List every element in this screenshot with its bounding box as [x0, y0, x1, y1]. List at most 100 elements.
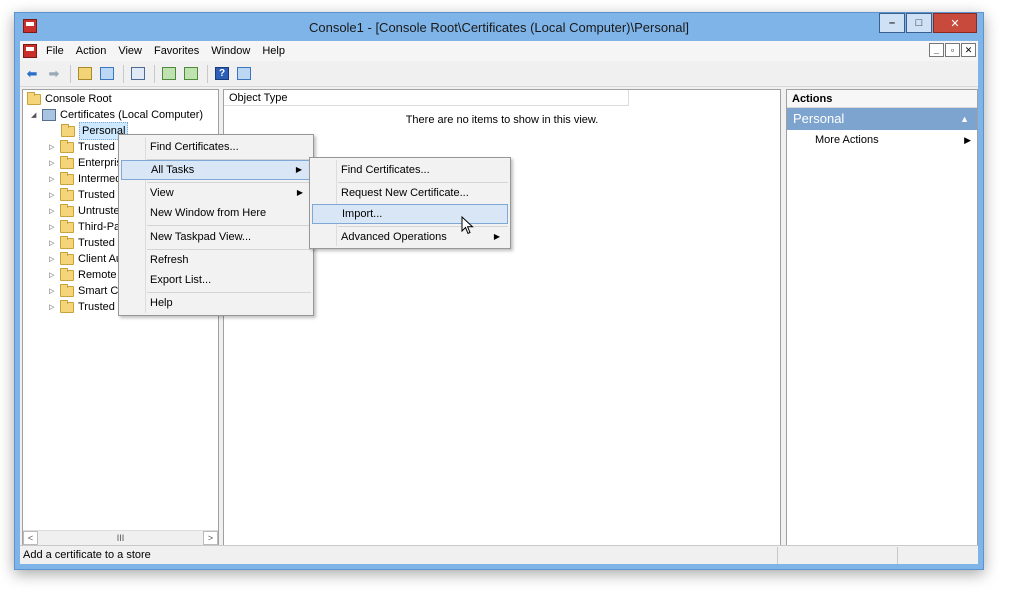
collapsed-triangle-icon[interactable]: ▷: [49, 159, 58, 167]
show-hide-action-pane-icon[interactable]: [234, 64, 254, 84]
toolbar-separator: [154, 64, 155, 83]
menu-item-label: All Tasks: [151, 164, 195, 176]
all-tasks-submenu: Find Certificates... Request New Certifi…: [309, 157, 511, 249]
properties-icon[interactable]: [128, 64, 148, 84]
tree-label: Intermed: [78, 173, 122, 185]
title-bar[interactable]: Console1 - [Console Root\Certificates (L…: [15, 13, 983, 41]
folder-icon: [60, 155, 74, 169]
tree-item-remote[interactable]: ▷ Remote: [49, 267, 117, 283]
toolbar-separator: [207, 64, 208, 83]
folder-icon: [27, 91, 41, 105]
tree-label: Enterpris: [78, 157, 123, 169]
tree-horizontal-scrollbar[interactable]: < III >: [23, 530, 218, 545]
toolbar-separator: [123, 64, 124, 83]
submenu-arrow-icon: ▶: [493, 232, 500, 241]
collapsed-triangle-icon[interactable]: ▷: [49, 239, 58, 247]
tree-item-smart-card[interactable]: ▷ Smart Ca: [49, 283, 124, 299]
menu-item-label: Find Certificates...: [341, 164, 430, 176]
menu-item-export-list[interactable]: Export List...: [121, 270, 311, 290]
toolbar: ⬅ ➡ ?: [20, 61, 978, 87]
mmc-app-icon[interactable]: [23, 19, 37, 33]
up-folder-icon[interactable]: [75, 64, 95, 84]
actions-group-label: Personal: [793, 111, 845, 126]
tree-item-trusted-devices[interactable]: ▷ Trusted D: [49, 299, 126, 315]
scroll-left-button[interactable]: <: [23, 531, 38, 545]
tree-item-trusted-people[interactable]: ▷ Trusted P: [49, 235, 125, 251]
column-header-object-type[interactable]: Object Type: [224, 90, 629, 106]
console-system-menu-icon[interactable]: [23, 44, 37, 58]
toolbar-separator: [70, 64, 71, 83]
mdi-minimize-button[interactable]: _: [929, 43, 944, 57]
minimize-button[interactable]: –: [879, 13, 905, 33]
menu-bar: File Action View Favorites Window Help _…: [20, 41, 978, 61]
collapse-up-icon[interactable]: ▲: [960, 108, 969, 130]
tree-item-untrusted[interactable]: ▷ Untruste: [49, 203, 120, 219]
tree-item-trusted-root[interactable]: ▷ Trusted R: [49, 139, 126, 155]
menu-item-label: Request New Certificate...: [341, 187, 469, 199]
tree-label: Third-Pa: [78, 221, 121, 233]
collapsed-triangle-icon[interactable]: ▷: [49, 303, 58, 311]
collapsed-triangle-icon[interactable]: ▷: [49, 175, 58, 183]
mdi-restore-button[interactable]: ▫: [945, 43, 960, 57]
tree-label: Untruste: [78, 205, 120, 217]
menu-item-find-certificates[interactable]: Find Certificates...: [121, 137, 311, 157]
menu-view[interactable]: View: [113, 41, 149, 61]
folder-icon: [60, 171, 74, 185]
tree-item-client-auth[interactable]: ▷ Client Au: [49, 251, 122, 267]
actions-group-personal[interactable]: Personal ▲: [787, 108, 977, 130]
tree-item-console-root[interactable]: Console Root: [27, 91, 112, 107]
menu-file[interactable]: File: [41, 41, 71, 61]
status-text: Add a certificate to a store: [23, 549, 151, 561]
mdi-close-button[interactable]: ✕: [961, 43, 976, 57]
menu-favorites[interactable]: Favorites: [149, 41, 206, 61]
empty-view-message: There are no items to show in this view.: [405, 114, 599, 126]
more-actions-item[interactable]: More Actions ▶: [787, 130, 977, 150]
menu-item-view[interactable]: View ▶: [121, 183, 311, 203]
menu-window[interactable]: Window: [206, 41, 257, 61]
scroll-thumb[interactable]: III: [117, 533, 125, 543]
menu-item-refresh[interactable]: Refresh: [121, 250, 311, 270]
collapsed-triangle-icon[interactable]: ▷: [49, 191, 58, 199]
show-hide-tree-icon[interactable]: [97, 64, 117, 84]
menu-action[interactable]: Action: [71, 41, 114, 61]
menu-item-advanced-operations[interactable]: Advanced Operations ▶: [312, 227, 508, 247]
menu-item-new-taskpad-view[interactable]: New Taskpad View...: [121, 227, 311, 247]
collapsed-triangle-icon[interactable]: ▷: [49, 255, 58, 263]
menu-item-label: Find Certificates...: [150, 141, 239, 153]
folder-icon: [61, 123, 75, 137]
status-bar: Add a certificate to a store: [20, 545, 978, 564]
submenu-arrow-icon: ▶: [295, 165, 302, 174]
tree-item-enterprise[interactable]: ▷ Enterpris: [49, 155, 122, 171]
collapsed-triangle-icon[interactable]: ▷: [49, 207, 58, 215]
collapsed-triangle-icon[interactable]: ▷: [49, 143, 58, 151]
help-icon[interactable]: ?: [212, 64, 232, 84]
collapsed-triangle-icon[interactable]: ▷: [49, 287, 58, 295]
menu-item-find-certificates-sub[interactable]: Find Certificates...: [312, 160, 508, 180]
tree-item-trusted-publishers[interactable]: ▷ Trusted P: [49, 187, 125, 203]
tree-item-certificates[interactable]: ◢ Certificates (Local Computer): [31, 107, 203, 123]
scroll-right-button[interactable]: >: [202, 531, 218, 545]
refresh-icon[interactable]: [159, 64, 179, 84]
collapsed-triangle-icon[interactable]: ▷: [49, 271, 58, 279]
mouse-pointer-icon: [461, 216, 474, 235]
menu-help[interactable]: Help: [257, 41, 292, 61]
mdi-controls: _ ▫ ✕: [928, 43, 976, 57]
menu-item-new-window[interactable]: New Window from Here: [121, 203, 311, 223]
tree-item-intermediate[interactable]: ▷ Intermed: [49, 171, 121, 187]
menu-item-all-tasks[interactable]: All Tasks ▶: [121, 160, 311, 180]
folder-icon: [60, 139, 74, 153]
menu-item-label: Export List...: [150, 274, 212, 286]
expanded-triangle-icon[interactable]: ◢: [31, 111, 40, 119]
menu-item-help[interactable]: Help: [121, 293, 311, 313]
forward-icon[interactable]: ➡: [44, 64, 64, 84]
menu-item-label: Help: [150, 297, 173, 309]
tree-label: Remote: [78, 269, 117, 281]
collapsed-triangle-icon[interactable]: ▷: [49, 223, 58, 231]
close-button[interactable]: ✕: [933, 13, 977, 33]
maximize-button[interactable]: □: [906, 13, 932, 33]
back-icon[interactable]: ⬅: [22, 64, 42, 84]
menu-item-request-new-certificate[interactable]: Request New Certificate...: [312, 183, 508, 203]
tree-item-third-party[interactable]: ▷ Third-Pa: [49, 219, 120, 235]
menu-item-import[interactable]: Import...: [312, 204, 508, 224]
export-list-icon[interactable]: [181, 64, 201, 84]
